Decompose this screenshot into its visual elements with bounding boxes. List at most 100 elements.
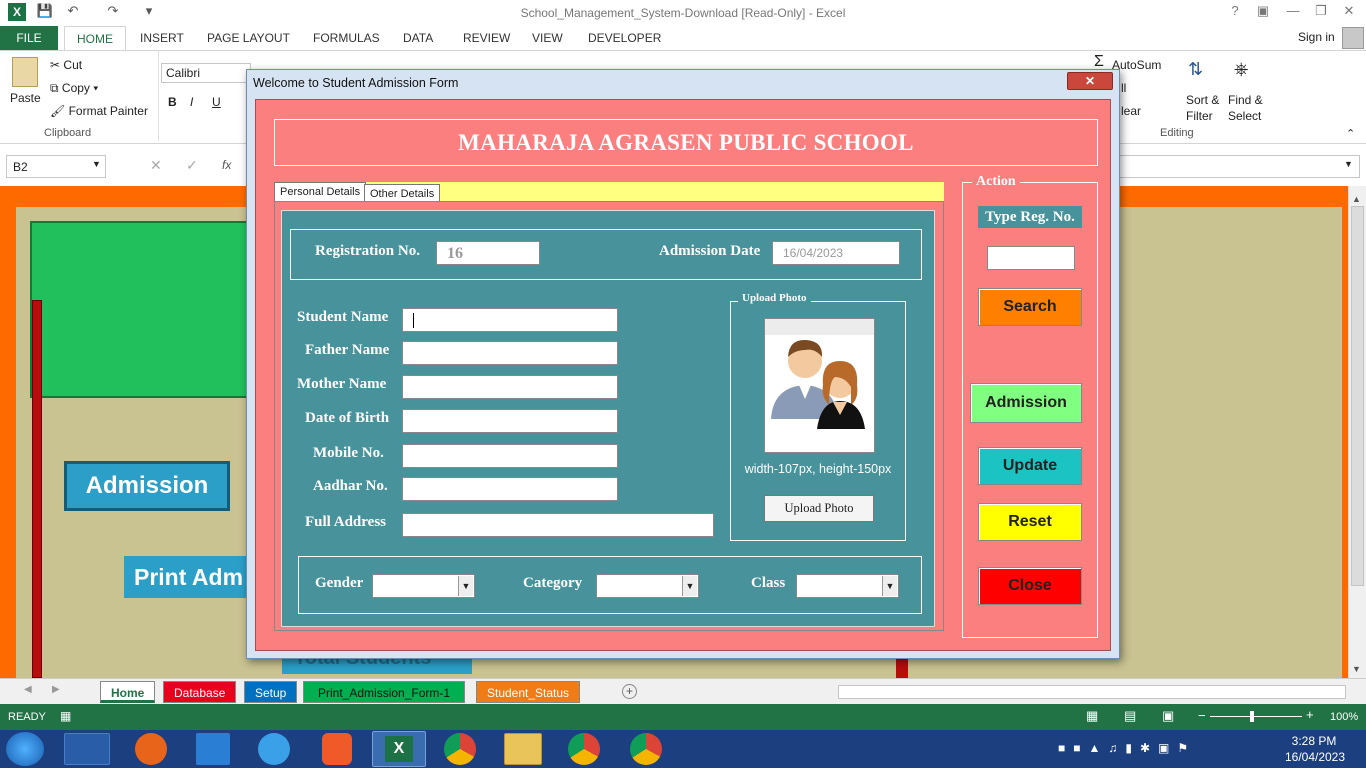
zoom-slider[interactable] — [1210, 716, 1302, 717]
binoculars-icon[interactable]: ⎈ — [1234, 59, 1248, 80]
sign-in-link[interactable]: Sign in — [1298, 30, 1335, 44]
collapse-ribbon-icon[interactable]: ⌃ — [1346, 127, 1355, 140]
update-button[interactable]: Update — [978, 447, 1082, 485]
copy-icon: ⧉ — [50, 81, 59, 95]
scroll-down-icon[interactable]: ▼ — [1352, 664, 1361, 674]
tab-page-layout[interactable]: PAGE LAYOUT — [195, 26, 302, 50]
tab-home[interactable]: HOME — [64, 26, 126, 50]
zoom-in-icon[interactable]: + — [1306, 707, 1314, 722]
system-tray-icons[interactable]: ■■▲♫▮✱▣⚑ — [1058, 741, 1196, 755]
clock-time[interactable]: 3:28 PM — [1289, 734, 1339, 748]
admission-button[interactable]: Admission — [970, 383, 1082, 423]
media-player-icon[interactable] — [64, 733, 110, 765]
underline-button[interactable]: U — [212, 95, 221, 109]
clear-button[interactable]: lear — [1121, 104, 1141, 118]
aadhar-field[interactable] — [402, 477, 618, 501]
upload-photo-button[interactable]: Upload Photo — [764, 495, 874, 522]
paste-icon[interactable] — [12, 57, 38, 87]
student-name-field[interactable] — [402, 308, 618, 332]
mother-name-field[interactable] — [402, 375, 618, 399]
ribbon-display-icon[interactable]: ▣ — [1252, 3, 1274, 21]
zoom-level[interactable]: 100% — [1330, 711, 1358, 723]
tab-other-details[interactable]: Other Details — [364, 184, 441, 202]
address-field[interactable] — [402, 513, 714, 537]
category-dropdown[interactable]: ▼ — [596, 574, 699, 598]
close-window-icon[interactable]: ✕ — [1338, 3, 1360, 21]
start-button-icon[interactable] — [6, 732, 44, 766]
admission-date-field[interactable]: 16/04/2023 — [772, 241, 900, 265]
copy-button[interactable]: ⧉ Copy ▾ — [50, 81, 98, 96]
sheet-tab-home[interactable]: Home — [100, 681, 156, 703]
clock-date[interactable]: 16/04/2023 — [1280, 750, 1350, 764]
cut-button[interactable]: ✂ Cut — [50, 58, 82, 72]
next-sheet-icon[interactable]: ▶ — [52, 684, 60, 695]
tab-insert[interactable]: INSERT — [128, 26, 196, 50]
normal-view-icon[interactable]: ▦ — [1086, 708, 1098, 724]
firefox-icon[interactable] — [135, 733, 167, 765]
dob-label: Date of Birth — [305, 410, 390, 426]
father-name-field[interactable] — [402, 341, 618, 365]
sheet-print-button[interactable]: Print Adm — [124, 556, 254, 598]
sheet-tab-setup[interactable]: Setup — [244, 681, 298, 703]
minimize-icon[interactable]: — — [1282, 3, 1304, 21]
expand-formula-icon[interactable]: ▼ — [1344, 159, 1353, 169]
class-dropdown[interactable]: ▼ — [796, 574, 899, 598]
search-reg-field[interactable] — [987, 246, 1075, 270]
sheet-tab-database[interactable]: Database — [163, 681, 237, 703]
find-select-button[interactable]: Find & Select — [1228, 92, 1263, 124]
gender-dropdown[interactable]: ▼ — [372, 574, 475, 598]
tab-data[interactable]: DATA — [391, 26, 445, 50]
insert-function-button[interactable]: fx — [222, 158, 231, 172]
brave-icon[interactable] — [322, 733, 352, 765]
tab-formulas[interactable]: FORMULAS — [301, 26, 392, 50]
close-button[interactable]: Close — [978, 567, 1082, 605]
sheet-admission-button[interactable]: Admission — [64, 461, 230, 511]
chrome-icon[interactable] — [444, 733, 476, 765]
scroll-up-icon[interactable]: ▲ — [1352, 194, 1361, 204]
vertical-scroll-thumb[interactable] — [1351, 206, 1364, 586]
help-icon[interactable]: ? — [1224, 3, 1246, 21]
dob-field[interactable] — [402, 409, 618, 433]
bold-button[interactable]: B — [168, 95, 177, 109]
enter-icon[interactable]: ✓ — [186, 157, 198, 174]
name-box-dropdown-icon[interactable]: ▼ — [92, 159, 101, 169]
sort-filter-button[interactable]: Sort & Filter — [1186, 92, 1219, 124]
registration-field[interactable]: 16 — [436, 241, 540, 265]
vscode-icon[interactable] — [196, 733, 230, 765]
tab-personal-details[interactable]: Personal Details — [274, 182, 367, 202]
restore-icon[interactable]: ❐ — [1310, 3, 1332, 21]
fill-button[interactable]: ll — [1121, 81, 1126, 95]
tab-developer[interactable]: DEVELOPER — [576, 26, 673, 50]
format-painter-button[interactable]: 🖌 Format Painter — [50, 104, 148, 118]
tab-view[interactable]: VIEW — [520, 26, 575, 50]
avatar[interactable] — [1342, 27, 1364, 49]
sheet-tab-student-status[interactable]: Student_Status — [476, 681, 581, 703]
mobile-field[interactable] — [402, 444, 618, 468]
sheet-tab-print-admission[interactable]: Print_Admission_Form-1 — [303, 681, 466, 703]
reset-button[interactable]: Reset — [978, 503, 1082, 541]
paste-button[interactable]: Paste — [10, 91, 41, 105]
zoom-out-icon[interactable]: − — [1198, 708, 1206, 723]
font-name-box[interactable]: Calibri — [161, 63, 251, 83]
sort-filter-icon[interactable]: ⇅ — [1188, 59, 1203, 80]
file-explorer-icon[interactable] — [504, 733, 542, 765]
internet-explorer-icon[interactable] — [258, 733, 290, 765]
tab-review[interactable]: REVIEW — [451, 26, 522, 50]
chrome-second-icon[interactable] — [630, 733, 662, 765]
italic-button[interactable]: I — [190, 95, 193, 109]
search-button[interactable]: Search — [978, 288, 1082, 326]
new-sheet-icon[interactable]: + — [622, 684, 637, 699]
vertical-scrollbar[interactable]: ▲ ▼ — [1348, 186, 1366, 678]
macro-record-icon[interactable]: ▦ — [60, 709, 71, 723]
excel-taskbar-icon[interactable]: X — [372, 731, 426, 767]
chrome-profile-icon[interactable] — [568, 733, 600, 765]
horizontal-scrollbar[interactable] — [838, 685, 1346, 699]
zoom-slider-thumb[interactable] — [1250, 711, 1254, 722]
name-box[interactable]: B2 — [6, 155, 106, 178]
dialog-close-button[interactable]: ✕ — [1067, 72, 1113, 90]
page-layout-view-icon[interactable]: ▤ — [1124, 708, 1136, 724]
tab-file[interactable]: FILE — [0, 26, 58, 50]
page-break-view-icon[interactable]: ▣ — [1162, 708, 1174, 724]
prev-sheet-icon[interactable]: ◀ — [24, 684, 32, 695]
cancel-icon[interactable]: ✕ — [150, 157, 162, 174]
